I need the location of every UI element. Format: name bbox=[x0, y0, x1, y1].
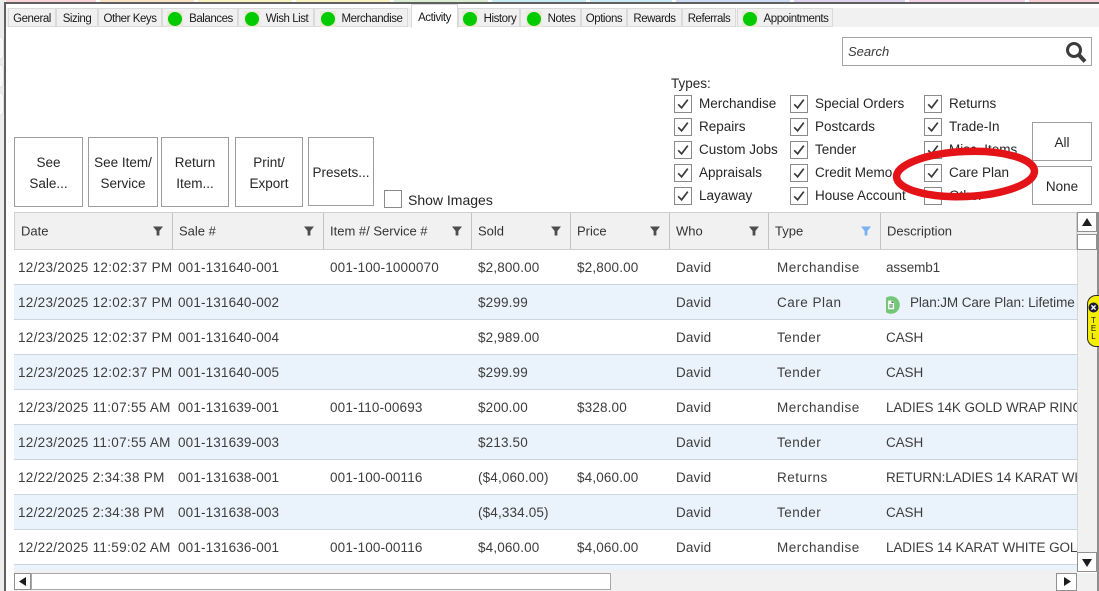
svg-text:L: L bbox=[1091, 332, 1096, 341]
